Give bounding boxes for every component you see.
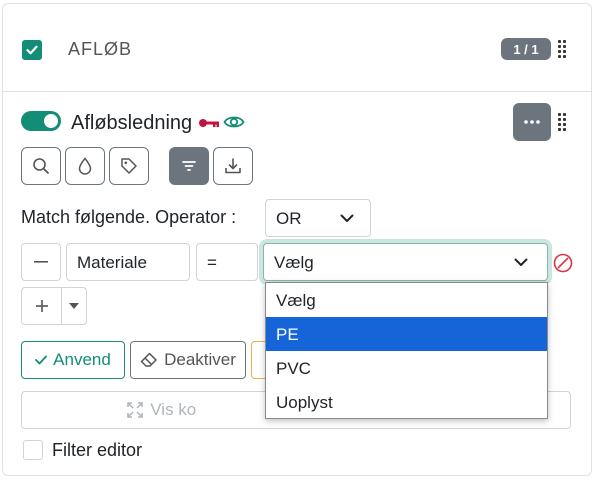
more-dots-icon	[524, 120, 540, 124]
check-icon	[35, 355, 48, 365]
sublayer-toggle[interactable]	[21, 111, 61, 131]
download-icon	[225, 158, 241, 174]
operator-value: OR	[276, 209, 302, 228]
value-select[interactable]: Vælg	[263, 243, 548, 281]
apply-label: Anvend	[53, 350, 111, 369]
plus-icon	[35, 300, 48, 312]
apply-button[interactable]: Anvend	[21, 341, 125, 379]
value-dropdown-list: Vælg PE PVC Uoplyst	[265, 282, 548, 419]
wide-button-label-left: Vis ko	[150, 400, 197, 419]
key-icon	[199, 119, 219, 127]
match-operator-label: Match følgende. Operator :	[21, 207, 237, 227]
drop-icon	[78, 157, 92, 175]
deactivate-button[interactable]: Deaktiver	[130, 341, 246, 379]
chevron-down-icon	[514, 258, 528, 266]
style-button[interactable]	[65, 147, 105, 185]
operator-select[interactable]: OR	[265, 199, 371, 237]
sublayer-title: Afløbsledning	[71, 112, 193, 134]
more-options-button[interactable]	[513, 103, 551, 141]
drag-handle-icon[interactable]	[558, 113, 566, 131]
filter-button[interactable]	[169, 147, 209, 185]
dropdown-option[interactable]: Vælg	[266, 283, 547, 317]
add-condition-button[interactable]	[22, 288, 62, 324]
count-badge: 1 / 1	[501, 38, 551, 60]
dropdown-option[interactable]: Uoplyst	[266, 385, 547, 419]
layer-panel: AFLØB 1 / 1 Afløbsledning Match følgende…	[2, 3, 592, 476]
remove-group-button[interactable]	[21, 243, 61, 281]
layer-row: AFLØB 1 / 1	[3, 4, 591, 92]
eraser-icon	[140, 352, 157, 367]
search-icon	[33, 158, 49, 174]
field-input[interactable]: Materiale	[66, 243, 190, 281]
filter-editor-checkbox[interactable]	[23, 440, 43, 460]
value-select-current: Vælg	[274, 253, 314, 272]
add-condition-group	[21, 287, 87, 325]
filter-editor-label: Filter editor	[52, 440, 143, 460]
dropdown-option[interactable]: PVC	[266, 351, 547, 385]
caret-down-icon	[69, 303, 79, 309]
layer-checkbox[interactable]	[22, 40, 42, 60]
layer-title: AFLØB	[68, 39, 133, 59]
filter-icon	[182, 161, 196, 171]
deactivate-label: Deaktiver	[164, 350, 236, 369]
drag-handle-icon[interactable]	[558, 40, 566, 58]
dropdown-option[interactable]: PE	[266, 317, 547, 351]
search-button[interactable]	[21, 147, 61, 185]
add-options-toggle[interactable]	[62, 288, 86, 324]
expand-icon	[127, 402, 144, 418]
chevron-down-icon	[340, 214, 354, 222]
download-button[interactable]	[213, 147, 253, 185]
minus-icon	[34, 261, 48, 263]
comparator-input[interactable]: =	[196, 243, 258, 281]
eye-icon[interactable]	[223, 114, 245, 130]
check-icon	[26, 45, 38, 55]
remove-condition-icon[interactable]	[553, 253, 573, 273]
label-button[interactable]	[109, 147, 149, 185]
tag-icon	[121, 158, 137, 174]
